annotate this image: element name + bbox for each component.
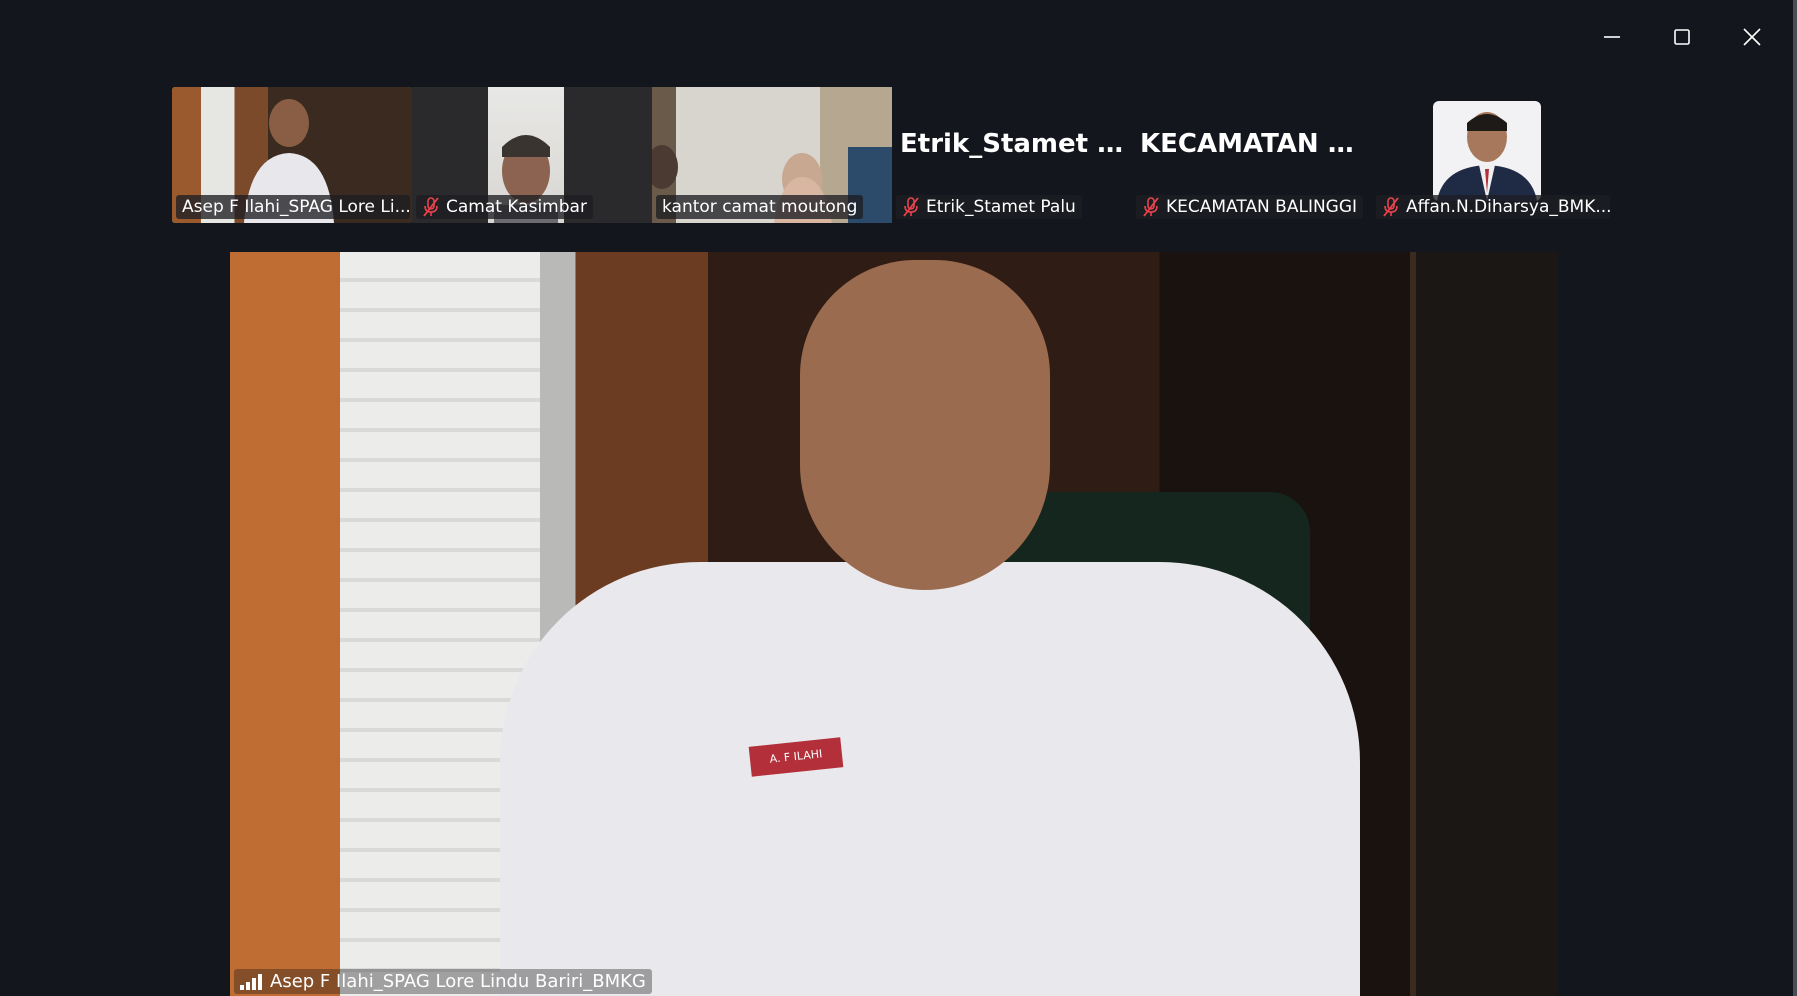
window-border <box>1793 0 1797 996</box>
maximize-button[interactable] <box>1665 20 1699 54</box>
participant-display-name: KECAMATAN B... <box>1140 129 1372 159</box>
speaker-body <box>500 562 1360 996</box>
participant-label: kantor camat moutong <box>656 195 864 219</box>
mic-muted-icon <box>903 197 919 217</box>
participant-name: KECAMATAN BALINGGI <box>1166 197 1358 217</box>
participant-profile-photo <box>1433 101 1541 201</box>
minimize-icon <box>1604 36 1620 38</box>
participant-tile[interactable]: KECAMATAN B... KECAMATAN BALINGGI <box>1132 87 1372 223</box>
close-button[interactable] <box>1735 20 1769 54</box>
mic-muted-icon <box>423 197 439 217</box>
participant-name: Etrik_Stamet Palu <box>926 197 1076 217</box>
participant-name: Asep F Ilahi_SPAG Lore Li... <box>182 197 410 217</box>
participant-label: Camat Kasimbar <box>416 195 593 219</box>
participant-name: Camat Kasimbar <box>446 197 587 217</box>
participant-tile[interactable]: Affan.N.Diharsya_BMK... <box>1372 87 1612 223</box>
participant-tile[interactable]: kantor camat moutong <box>652 87 892 223</box>
minimize-button[interactable] <box>1595 20 1629 54</box>
participant-name: Affan.N.Diharsya_BMK... <box>1406 197 1610 217</box>
participant-label: Etrik_Stamet Palu <box>896 195 1082 219</box>
speaker-label: Asep F Ilahi_SPAG Lore Lindu Bariri_BMKG <box>234 969 652 994</box>
participant-tile[interactable]: Camat Kasimbar <box>412 87 652 223</box>
participant-display-name: Etrik_Stamet Palu <box>900 129 1132 159</box>
participant-tile[interactable]: Asep F Ilahi_SPAG Lore Li... <box>172 87 412 223</box>
participant-tile[interactable]: Etrik_Stamet Palu Etrik_Stamet Palu <box>892 87 1132 223</box>
avatar <box>1437 112 1537 201</box>
close-icon <box>1743 28 1761 46</box>
speaker-video[interactable]: A. F ILAHI Asep F Ilahi_SPAG Lore Lindu … <box>230 252 1558 996</box>
speaker-head <box>800 260 1050 590</box>
mic-muted-icon <box>1143 197 1159 217</box>
window-controls <box>1595 20 1769 54</box>
mic-muted-icon <box>1383 197 1399 217</box>
participant-label: Affan.N.Diharsya_BMK... <box>1376 195 1610 219</box>
participant-name: kantor camat moutong <box>662 197 858 217</box>
maximize-icon <box>1674 29 1690 45</box>
signal-strength-icon <box>240 973 262 990</box>
background-shelf <box>1410 252 1558 996</box>
participant-label: Asep F Ilahi_SPAG Lore Li... <box>176 195 410 219</box>
participant-label: KECAMATAN BALINGGI <box>1136 195 1364 219</box>
speaker-name: Asep F Ilahi_SPAG Lore Lindu Bariri_BMKG <box>270 971 646 992</box>
